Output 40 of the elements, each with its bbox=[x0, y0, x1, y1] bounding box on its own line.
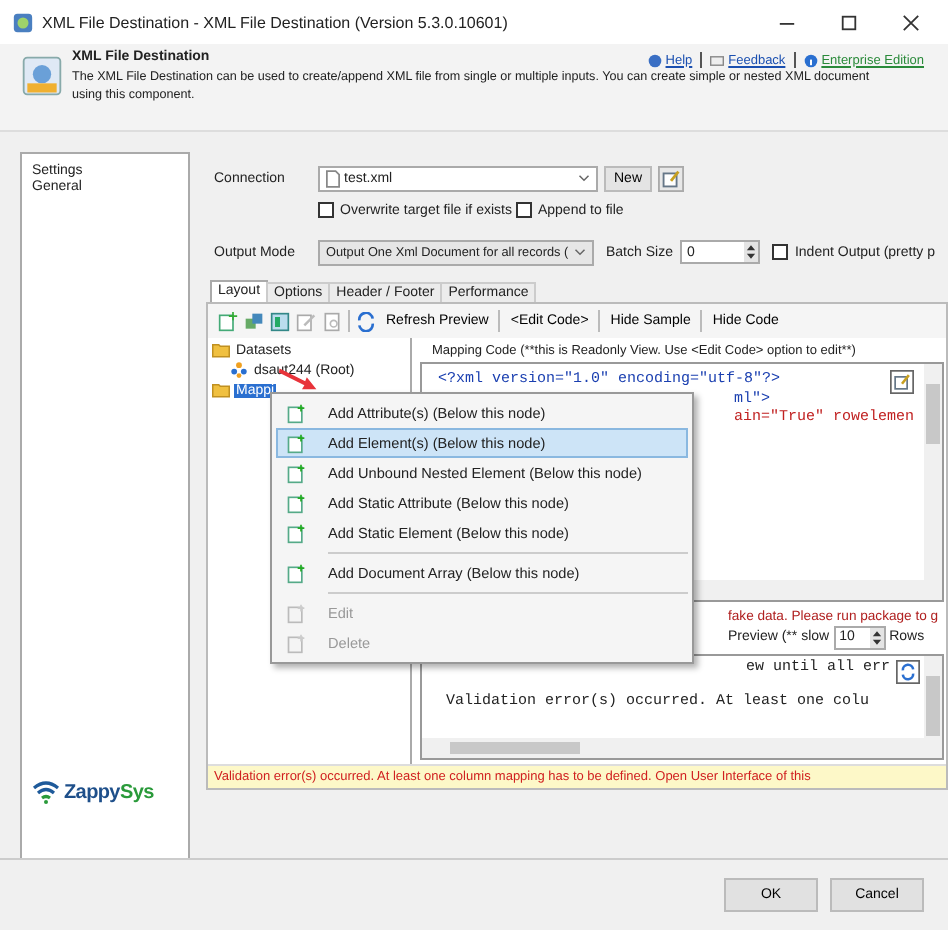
window-title: XML File Destination - XML File Destination (Version 5.3.0.10601) bbox=[42, 13, 508, 31]
document-plus-icon bbox=[286, 563, 306, 583]
add-element-icon[interactable] bbox=[244, 311, 264, 331]
component-icon bbox=[20, 54, 64, 98]
edit-icon[interactable] bbox=[658, 165, 685, 191]
add-array-icon[interactable] bbox=[270, 311, 290, 331]
feedback-icon bbox=[710, 53, 725, 67]
wifi-icon bbox=[32, 780, 60, 804]
document-plus-icon bbox=[286, 603, 306, 623]
folder-icon bbox=[212, 342, 230, 358]
node-icon bbox=[230, 362, 248, 378]
dropdown-caret-icon bbox=[578, 174, 590, 182]
spin-arrows-icon bbox=[869, 627, 884, 647]
info-icon bbox=[803, 53, 818, 67]
spin-arrows-icon bbox=[744, 242, 759, 262]
vertical-scrollbar[interactable] bbox=[924, 656, 942, 738]
horizontal-scrollbar[interactable] bbox=[422, 738, 942, 758]
document-plus-icon bbox=[286, 523, 306, 543]
vertical-scrollbar[interactable] bbox=[924, 364, 942, 580]
document-icon[interactable] bbox=[322, 311, 342, 331]
dropdown-caret-icon bbox=[574, 248, 586, 256]
app-icon bbox=[12, 11, 34, 33]
document-plus-icon bbox=[286, 403, 306, 423]
refresh-icon[interactable] bbox=[896, 660, 920, 684]
refresh-icon bbox=[356, 311, 376, 331]
file-icon bbox=[326, 169, 340, 187]
checkbox[interactable] bbox=[515, 202, 532, 218]
document-plus-icon bbox=[286, 433, 306, 453]
checkbox[interactable] bbox=[318, 202, 334, 218]
maximize-icon[interactable] bbox=[840, 13, 858, 31]
add-attribute-icon[interactable] bbox=[218, 311, 238, 331]
edit-icon[interactable] bbox=[890, 370, 914, 394]
logo-text: ZappySys bbox=[64, 781, 154, 803]
document-plus-icon bbox=[286, 633, 306, 653]
document-plus-icon bbox=[286, 493, 306, 513]
checkbox[interactable] bbox=[772, 244, 789, 260]
close-icon[interactable] bbox=[902, 13, 920, 31]
help-icon bbox=[647, 53, 662, 67]
document-plus-icon bbox=[286, 463, 306, 483]
folder-icon bbox=[212, 382, 230, 398]
